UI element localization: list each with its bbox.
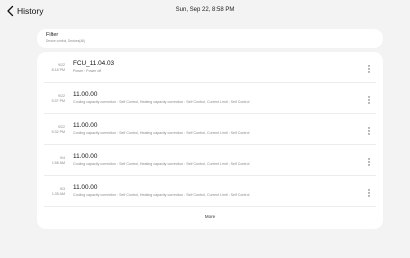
history-list: 9/22 8:18 PM FCU_11.04.03 Power : Power … bbox=[37, 52, 383, 229]
row-title: 11.00.00 bbox=[73, 184, 98, 191]
row-time: 1:56 AM bbox=[51, 161, 65, 165]
row-time: 5:32 PM bbox=[51, 130, 65, 134]
row-title: 11.00.00 bbox=[73, 122, 98, 129]
row-time: 8:18 PM bbox=[51, 68, 65, 72]
filter-subtitle: Device control, Devices(All) bbox=[46, 39, 85, 43]
more-button[interactable]: More bbox=[37, 208, 383, 226]
row-description: Cooling capacity correction : Self Contr… bbox=[73, 100, 250, 104]
more-vertical-icon[interactable] bbox=[367, 96, 371, 104]
row-description: Cooling capacity correction : Self Contr… bbox=[73, 131, 250, 135]
row-description: Cooling capacity correction : Self Contr… bbox=[73, 162, 250, 166]
row-time: 1:35 AM bbox=[51, 192, 65, 196]
history-row[interactable]: 9/22 8:18 PM FCU_11.04.03 Power : Power … bbox=[37, 52, 383, 83]
history-row[interactable]: 9/22 5:37 PM 11.00.00 Cooling capacity c… bbox=[37, 83, 383, 114]
row-title: 11.00.00 bbox=[73, 153, 98, 160]
date-time: Sun, Sep 22, 8:58 PM bbox=[175, 7, 235, 13]
row-description: Cooling capacity correction : Self Contr… bbox=[73, 193, 250, 197]
row-time: 5:37 PM bbox=[51, 99, 65, 103]
history-row[interactable]: 9/22 5:32 PM 11.00.00 Cooling capacity c… bbox=[37, 114, 383, 145]
divider bbox=[44, 206, 376, 207]
more-vertical-icon[interactable] bbox=[367, 127, 371, 135]
top-bar: History Sun, Sep 22, 8:58 PM bbox=[0, 0, 410, 22]
more-vertical-icon[interactable] bbox=[367, 65, 371, 73]
history-row[interactable]: 9/4 1:56 AM 11.00.00 Cooling capacity co… bbox=[37, 145, 383, 176]
more-vertical-icon[interactable] bbox=[367, 158, 371, 166]
filter-title: Filter bbox=[46, 32, 59, 38]
row-title: FCU_11.04.03 bbox=[73, 60, 115, 67]
row-title: 11.00.00 bbox=[73, 91, 98, 98]
row-description: Power : Power off bbox=[73, 69, 102, 73]
filter-button[interactable]: Filter Device control, Devices(All) bbox=[37, 29, 383, 48]
history-row[interactable]: 9/3 1:35 AM 11.00.00 Cooling capacity co… bbox=[37, 176, 383, 207]
more-vertical-icon[interactable] bbox=[367, 189, 371, 197]
